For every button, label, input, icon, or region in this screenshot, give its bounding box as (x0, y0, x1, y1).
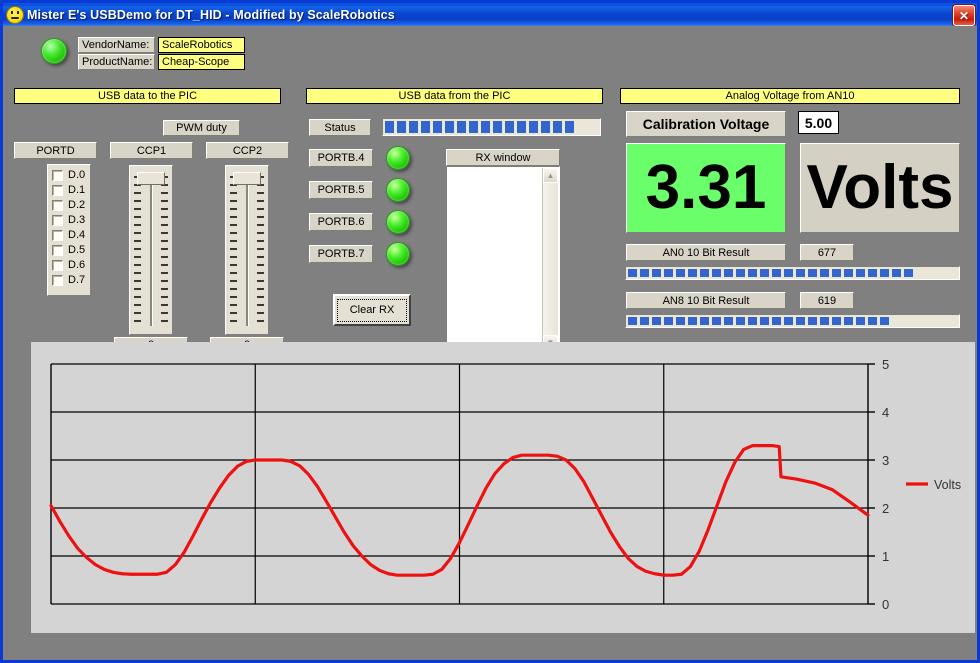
scroll-up-icon[interactable]: ▲ (543, 168, 558, 183)
portd-bit-row[interactable]: D.0 (48, 168, 90, 183)
voltage-units-label: Volts (800, 143, 960, 233)
portd-bit-row[interactable]: D.6 (48, 258, 90, 273)
ccp1-slider-thumb[interactable] (137, 172, 165, 185)
svg-text:2: 2 (882, 501, 889, 516)
portb4-led (386, 146, 410, 170)
calibration-voltage-input[interactable]: 5.00 (798, 111, 839, 134)
svg-text:4: 4 (882, 405, 889, 420)
smiley-face-icon (7, 7, 23, 23)
checkbox-label-d2: D.2 (68, 200, 85, 211)
portb4-label: PORTB.4 (309, 149, 373, 167)
checkbox-d0[interactable] (52, 170, 63, 181)
rx-window-list[interactable]: ▲ ▼ (446, 166, 560, 352)
ccp1-label: CCP1 (110, 142, 193, 159)
checkbox-d5[interactable] (52, 245, 63, 256)
svg-text:5: 5 (882, 357, 889, 372)
checkbox-label-d0: D.0 (68, 170, 85, 181)
checkbox-d4[interactable] (52, 230, 63, 241)
window-title: Mister E's USBDemo for DT_HID - Modified… (27, 8, 395, 22)
rx-window-label: RX window (446, 149, 560, 166)
vendor-name-label: VendorName: (78, 37, 155, 53)
portb6-label: PORTB.6 (309, 213, 373, 231)
svg-text:1: 1 (882, 549, 889, 564)
checkbox-d1[interactable] (52, 185, 63, 196)
svg-text:3: 3 (882, 453, 889, 468)
ccp1-tick-marks-left (134, 176, 141, 328)
svg-text:Volts: Volts (934, 478, 961, 492)
rx-window-scrollbar[interactable]: ▲ ▼ (542, 168, 558, 350)
portb7-led (386, 242, 410, 266)
portd-label: PORTD (14, 142, 97, 159)
clear-rx-button[interactable]: Clear RX (333, 294, 411, 326)
checkbox-d3[interactable] (52, 215, 63, 226)
portb5-led (386, 178, 410, 202)
ccp1-slider-track (150, 178, 152, 326)
section-header-to-pic: USB data to the PIC (14, 88, 281, 104)
portd-bit-row[interactable]: D.2 (48, 198, 90, 213)
an8-progress-bar (625, 314, 960, 328)
an0-progress-bar (625, 266, 960, 280)
an8-progress-blocks (628, 317, 892, 325)
voltage-chart: 0 1 2 3 4 5 Volts (31, 342, 975, 633)
portd-bit-row[interactable]: D.5 (48, 243, 90, 258)
checkbox-d6[interactable] (52, 260, 63, 271)
ccp1-tick-marks-right (161, 176, 168, 328)
checkbox-d2[interactable] (52, 200, 63, 211)
ccp2-slider-track (246, 178, 248, 326)
connection-led (41, 38, 67, 64)
portb6-led (386, 210, 410, 234)
checkbox-label-d5: D.5 (68, 245, 85, 256)
svg-text:0: 0 (882, 597, 889, 612)
portd-bit-row[interactable]: D.1 (48, 183, 90, 198)
ccp2-tick-marks-left (230, 176, 237, 328)
portd-checkbox-group[interactable]: D.0 D.1 D.2 D.3 D.4 D.5 D.6 D.7 (47, 164, 91, 296)
title-bar: Mister E's USBDemo for DT_HID - Modified… (3, 3, 977, 26)
application-window: Mister E's USBDemo for DT_HID - Modified… (0, 0, 980, 663)
an0-progress-blocks (628, 269, 916, 277)
portb7-label: PORTB.7 (309, 245, 373, 263)
checkbox-label-d3: D.3 (68, 215, 85, 226)
voltage-chart-panel: 0 1 2 3 4 5 Volts (31, 342, 975, 633)
portd-bit-row[interactable]: D.3 (48, 213, 90, 228)
status-progress-blocks (385, 121, 577, 133)
portd-bit-row[interactable]: D.4 (48, 228, 90, 243)
portd-bit-row[interactable]: D.7 (48, 273, 90, 288)
ccp2-slider[interactable] (225, 165, 269, 335)
vendor-name-value: ScaleRobotics (158, 37, 245, 53)
close-button[interactable]: ✕ (953, 5, 975, 26)
status-progress-bar (382, 118, 601, 136)
section-header-analog: Analog Voltage from AN10 (620, 88, 960, 104)
product-name-label: ProductName: (78, 54, 155, 70)
ccp1-slider[interactable] (129, 165, 173, 335)
calibration-voltage-label: Calibration Voltage (626, 111, 786, 137)
ccp2-slider-thumb[interactable] (233, 172, 261, 185)
checkbox-d7[interactable] (52, 275, 63, 286)
checkbox-label-d6: D.6 (68, 260, 85, 271)
checkbox-label-d4: D.4 (68, 230, 85, 241)
an8-result-value: 619 (800, 292, 854, 309)
client-area: VendorName: ScaleRobotics ProductName: C… (3, 26, 977, 660)
status-label: Status (309, 119, 371, 136)
pwm-duty-label: PWM duty (163, 120, 240, 136)
section-header-from-pic: USB data from the PIC (306, 88, 603, 104)
an0-result-value: 677 (800, 244, 854, 261)
clear-rx-button-label: Clear RX (337, 299, 407, 322)
an0-result-label: AN0 10 Bit Result (626, 244, 786, 261)
ccp2-label: CCP2 (206, 142, 289, 159)
product-name-value: Cheap-Scope (158, 54, 245, 70)
voltage-readout: 3.31 (626, 143, 786, 233)
an8-result-label: AN8 10 Bit Result (626, 292, 786, 309)
ccp2-tick-marks-right (257, 176, 264, 328)
checkbox-label-d1: D.1 (68, 185, 85, 196)
checkbox-label-d7: D.7 (68, 275, 85, 286)
portb5-label: PORTB.5 (309, 181, 373, 199)
